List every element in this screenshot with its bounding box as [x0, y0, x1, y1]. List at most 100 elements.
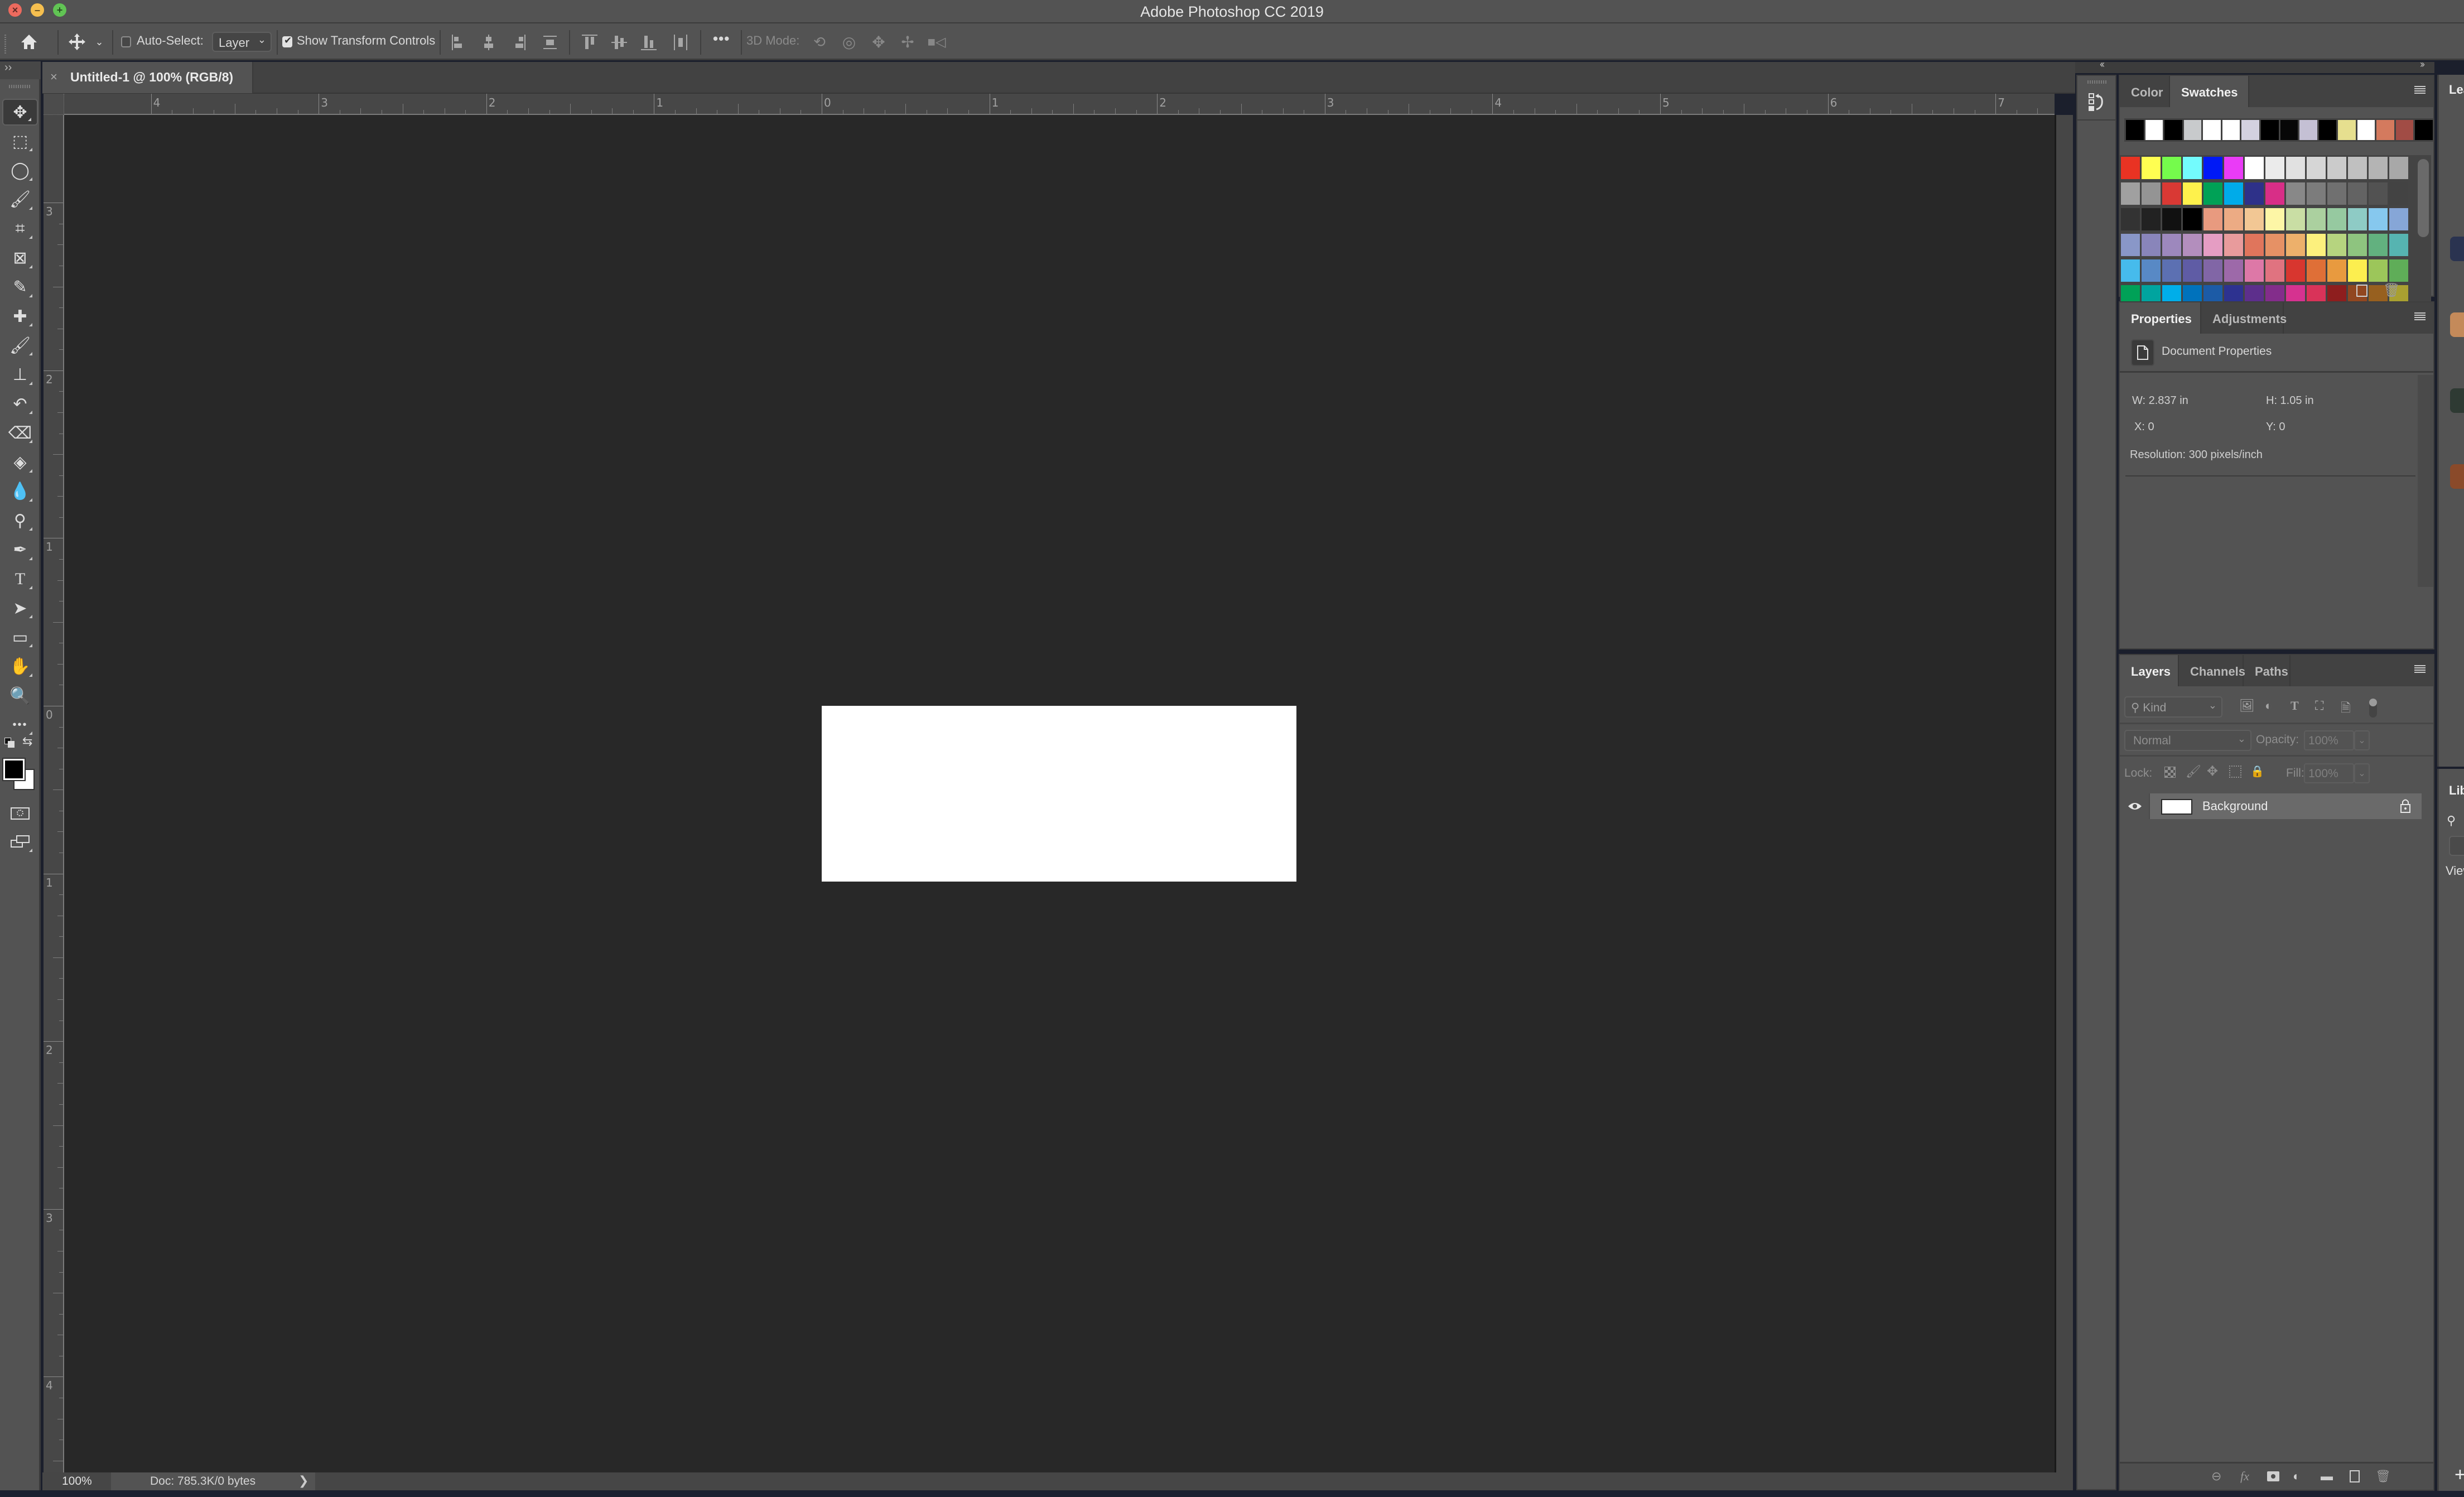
trash-icon[interactable]: 🗑: [2383, 282, 2400, 299]
color-swatch[interactable]: [2327, 259, 2346, 282]
color-swatch[interactable]: [2162, 259, 2181, 282]
recent-swatch[interactable]: [2126, 120, 2144, 140]
adjustment-layer-icon[interactable]: ◐: [2293, 1469, 2300, 1484]
color-swatch[interactable]: [2389, 259, 2408, 282]
color-swatch[interactable]: [2142, 259, 2161, 282]
rectangular-marquee-tool-button[interactable]: ⬚: [2, 128, 38, 155]
color-swatch[interactable]: [2307, 182, 2326, 205]
dock-grip[interactable]: [2087, 80, 2108, 84]
learn-tutorial-thumbnail[interactable]: [2450, 312, 2464, 337]
recent-swatch[interactable]: [2241, 120, 2259, 140]
layer-lock-icon[interactable]: [2400, 798, 2411, 814]
document-y[interactable]: Y: 0: [2266, 421, 2285, 434]
recent-swatch[interactable]: [2395, 120, 2414, 140]
canvas-pasteboard[interactable]: [64, 115, 2055, 1472]
new-layer-icon[interactable]: [2350, 1470, 2360, 1482]
lasso-tool-button[interactable]: ◯: [2, 157, 38, 184]
color-swatch[interactable]: [2224, 208, 2243, 230]
color-swatch[interactable]: [2203, 259, 2222, 282]
options-bar-grip[interactable]: [4, 35, 6, 55]
zoom-tool-button[interactable]: 🔍: [2, 682, 38, 709]
color-swatch[interactable]: [2348, 234, 2367, 256]
document-resolution[interactable]: Resolution: 300 pixels/inch: [2130, 449, 2263, 461]
color-swatch[interactable]: [2369, 259, 2388, 282]
tab-layers[interactable]: Layers: [2120, 655, 2179, 686]
show-transform-controls-checkbox[interactable]: [282, 35, 292, 47]
color-swatch[interactable]: [2327, 182, 2346, 205]
rectangle-tool-button[interactable]: ▭: [2, 624, 38, 651]
eraser-tool-button[interactable]: ⌫: [2, 420, 38, 446]
recent-swatch[interactable]: [2260, 120, 2279, 140]
recent-swatch[interactable]: [2415, 120, 2433, 140]
color-swatch[interactable]: [2245, 208, 2264, 230]
color-swatch[interactable]: [2224, 157, 2243, 179]
color-swatch[interactable]: [2183, 157, 2202, 179]
tab-paths[interactable]: Paths: [2244, 655, 2291, 686]
tab-color[interactable]: Color: [2120, 76, 2170, 107]
more-options-button[interactable]: •••: [713, 30, 730, 47]
quick-mask-mode-button[interactable]: [2, 800, 38, 827]
adjustment-layer-filter-icon[interactable]: ◐: [2265, 699, 2272, 713]
distribute-vertical-icon[interactable]: [542, 35, 558, 50]
color-swatch[interactable]: [2389, 157, 2408, 179]
paint-bucket-tool-button[interactable]: ◈: [2, 449, 38, 476]
close-document-icon[interactable]: ×: [50, 70, 57, 84]
toolbar-collapse-button[interactable]: ››: [0, 61, 41, 79]
document-height[interactable]: H: 1.05 in: [2266, 394, 2314, 407]
color-swatch[interactable]: [2389, 208, 2408, 230]
link-layers-icon[interactable]: ⊖: [2211, 1469, 2221, 1484]
recent-swatch[interactable]: [2203, 120, 2221, 140]
color-swatch[interactable]: [2142, 157, 2161, 179]
color-swatch[interactable]: [2369, 182, 2388, 205]
frame-tool-button[interactable]: ⊠: [2, 245, 38, 272]
align-top-edges-icon[interactable]: [582, 35, 597, 50]
library-dropdown[interactable]: [2449, 836, 2464, 856]
color-swatch[interactable]: [2183, 182, 2202, 205]
align-vertical-centers-icon[interactable]: [611, 35, 627, 50]
color-swatch[interactable]: [2162, 182, 2181, 205]
filter-toggle-switch[interactable]: [2369, 699, 2377, 718]
color-swatch[interactable]: [2286, 259, 2305, 282]
move-tool-icon[interactable]: [66, 31, 88, 52]
panel-menu-icon[interactable]: [2414, 86, 2426, 95]
opacity-field[interactable]: 100%: [2304, 730, 2354, 750]
add-content-button[interactable]: +: [2455, 1464, 2464, 1486]
recent-swatch[interactable]: [2357, 120, 2375, 140]
color-swatch[interactable]: [2224, 234, 2243, 256]
chevron-right-icon[interactable]: ❯: [298, 1474, 308, 1488]
color-swatch[interactable]: [2203, 208, 2222, 230]
tab-swatches[interactable]: Swatches: [2170, 76, 2249, 107]
color-swatch[interactable]: [2121, 182, 2140, 205]
color-swatch[interactable]: [2307, 157, 2326, 179]
type-tool-button[interactable]: T: [2, 566, 38, 593]
color-swatch[interactable]: [2183, 234, 2202, 256]
zoom-level-field[interactable]: 100%: [62, 1475, 92, 1488]
search-icon[interactable]: ⚲: [2447, 814, 2456, 828]
color-swatch[interactable]: [2265, 259, 2284, 282]
color-swatch[interactable]: [2286, 208, 2305, 230]
color-swatch[interactable]: [2203, 157, 2222, 179]
color-swatch[interactable]: [2224, 182, 2243, 205]
color-swatch[interactable]: [2121, 234, 2140, 256]
color-swatch[interactable]: [2389, 182, 2408, 205]
color-swatch[interactable]: [2389, 234, 2408, 256]
color-swatch[interactable]: [2224, 259, 2243, 282]
color-swatch[interactable]: [2286, 157, 2305, 179]
type-layer-filter-icon[interactable]: T: [2291, 699, 2299, 713]
color-swatch[interactable]: [2121, 259, 2140, 282]
ruler-origin[interactable]: [44, 94, 64, 115]
group-folder-icon[interactable]: ▬: [2321, 1469, 2333, 1484]
color-swatch[interactable]: [2286, 182, 2305, 205]
lock-artboard-icon[interactable]: [2229, 766, 2241, 778]
color-swatch[interactable]: [2369, 234, 2388, 256]
color-swatch[interactable]: [2327, 234, 2346, 256]
color-swatch[interactable]: [2162, 157, 2181, 179]
color-swatch[interactable]: [2307, 234, 2326, 256]
color-swatch[interactable]: [2327, 208, 2346, 230]
color-swatch[interactable]: [2183, 259, 2202, 282]
recent-swatch[interactable]: [2145, 120, 2163, 140]
color-swatch[interactable]: [2369, 208, 2388, 230]
dodge-tool-button[interactable]: ⚲: [2, 507, 38, 534]
tab-adjustments[interactable]: Adjustments: [2201, 302, 2287, 334]
toolbar-grip[interactable]: [9, 85, 31, 88]
